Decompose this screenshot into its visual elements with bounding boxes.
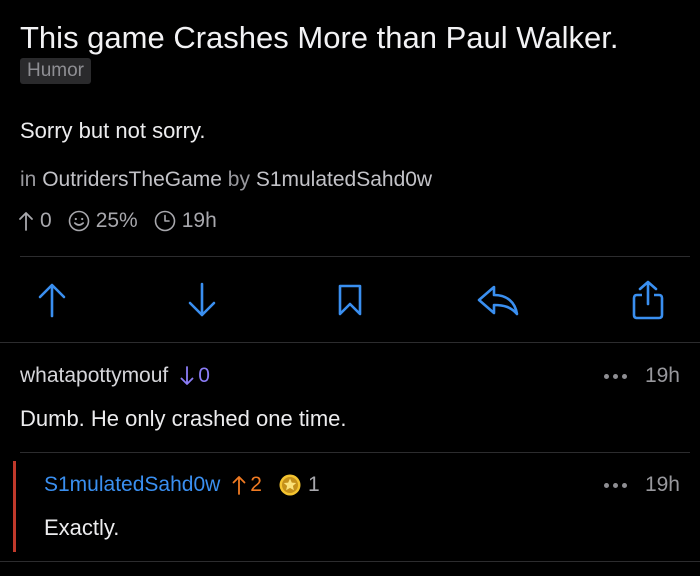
arrow-up-icon (38, 283, 66, 318)
award[interactable]: 1 (278, 471, 320, 499)
arrow-up-icon (232, 476, 246, 495)
comment-score: 2 (232, 471, 262, 499)
share-icon (632, 280, 664, 320)
arrow-down-icon (188, 282, 216, 317)
award-count: 1 (307, 473, 320, 496)
comment-text: Dumb. He only crashed one time. (20, 406, 347, 431)
meta-by-label: by (227, 168, 250, 191)
divider (0, 561, 700, 562)
post-title: This game Crashes More than Paul Walker. (20, 20, 619, 55)
comment: whatapottymouf 0 19h Dumb. He only crash… (0, 342, 700, 452)
upvote-ratio-stat: 25% (68, 209, 138, 233)
comment-score-value: 2 (250, 473, 262, 496)
comment-score-value: 0 (198, 364, 210, 387)
arrow-up-icon (19, 212, 33, 231)
reply-icon (477, 285, 519, 316)
save-button[interactable] (328, 278, 372, 322)
score-stat: 0 (18, 209, 52, 233)
award-icon (279, 474, 301, 496)
comment-meta: 19h (602, 471, 680, 499)
arrow-down-icon (180, 366, 194, 385)
share-button[interactable] (626, 278, 670, 322)
downvote-button[interactable] (180, 278, 224, 322)
smiley-icon (68, 210, 89, 232)
comment-text: Exactly. (44, 515, 120, 540)
age-value: 19h (181, 209, 217, 232)
comment-author[interactable]: S1mulatedSahd0w (44, 471, 220, 499)
post-meta: in OutridersTheGame by S1mulatedSahd0w (20, 166, 432, 194)
more-options-icon[interactable] (602, 373, 629, 379)
reply-button[interactable] (476, 278, 520, 322)
clock-icon (154, 210, 176, 232)
comment-reply: S1mulatedSahd0w 2 1 19h Exactly. (0, 452, 700, 562)
post-stats: 0 25% 19h (18, 206, 233, 236)
upvote-button[interactable] (30, 278, 74, 322)
comment-header: S1mulatedSahd0w 2 1 (44, 471, 320, 499)
post-author-link[interactable]: S1mulatedSahd0w (256, 168, 432, 191)
comment-meta: 19h (602, 362, 680, 390)
post-flair[interactable]: Humor (20, 58, 92, 84)
action-bar (0, 270, 700, 330)
divider (20, 256, 690, 257)
comment-header: whatapottymouf 0 (20, 362, 210, 390)
more-options-icon[interactable] (602, 482, 629, 488)
upvote-ratio-value: 25% (95, 209, 138, 232)
subreddit-link[interactable]: OutridersTheGame (42, 168, 222, 191)
meta-in-label: in (20, 168, 37, 191)
comment-age: 19h (644, 473, 680, 496)
score-value: 0 (40, 209, 52, 232)
comment-score: 0 (180, 362, 210, 390)
bookmark-icon (338, 284, 362, 316)
comment-author[interactable]: whatapottymouf (20, 362, 168, 390)
comment-age: 19h (644, 364, 680, 387)
age-stat: 19h (154, 209, 217, 233)
post-body: Sorry but not sorry. (20, 118, 206, 143)
